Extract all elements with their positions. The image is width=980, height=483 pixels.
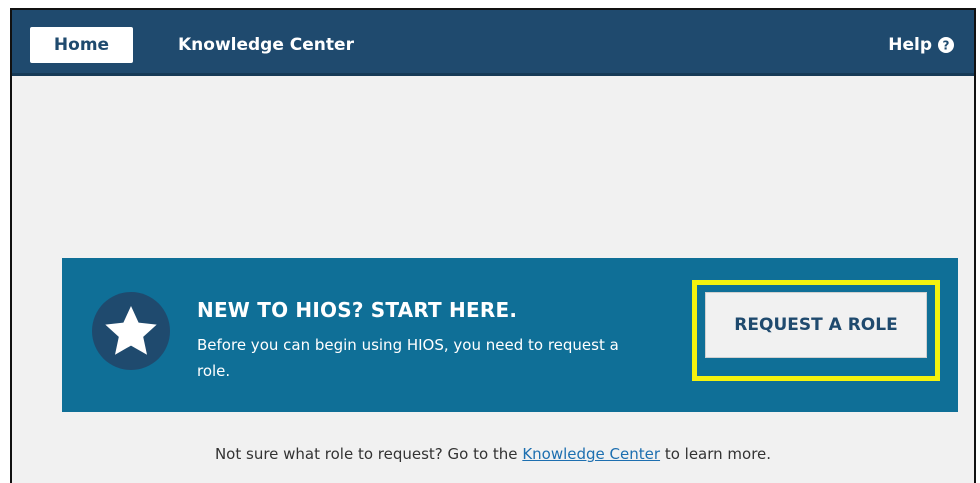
help-footnote: Not sure what role to request? Go to the… <box>12 445 974 463</box>
new-user-banner: NEW TO HIOS? START HERE. Before you can … <box>62 258 958 412</box>
nav-knowledge-center-label: Knowledge Center <box>178 35 354 55</box>
nav-home-tab[interactable]: Home <box>30 27 133 63</box>
question-circle-icon: ? <box>938 37 954 53</box>
request-a-role-button[interactable]: REQUEST A ROLE <box>705 292 927 358</box>
nav-help-link[interactable]: Help ? <box>888 27 954 63</box>
banner-description: Before you can begin using HIOS, you nee… <box>197 336 619 380</box>
nav-help-label: Help <box>888 35 932 55</box>
star-icon <box>92 292 170 370</box>
knowledge-center-link[interactable]: Knowledge Center <box>522 445 660 463</box>
footnote-suffix: to learn more. <box>664 445 772 463</box>
banner-title: NEW TO HIOS? START HERE. <box>197 298 518 322</box>
svg-text:?: ? <box>943 39 950 53</box>
request-a-role-label: REQUEST A ROLE <box>734 315 898 335</box>
footnote-prefix: Not sure what role to request? Go to the <box>214 445 518 463</box>
nav-knowledge-center-tab[interactable]: Knowledge Center <box>178 27 354 63</box>
app-window: Home Knowledge Center Help ? NEW TO HIOS… <box>10 8 976 483</box>
nav-home-label: Home <box>53 35 110 55</box>
top-navbar: Home Knowledge Center Help ? <box>12 10 974 76</box>
